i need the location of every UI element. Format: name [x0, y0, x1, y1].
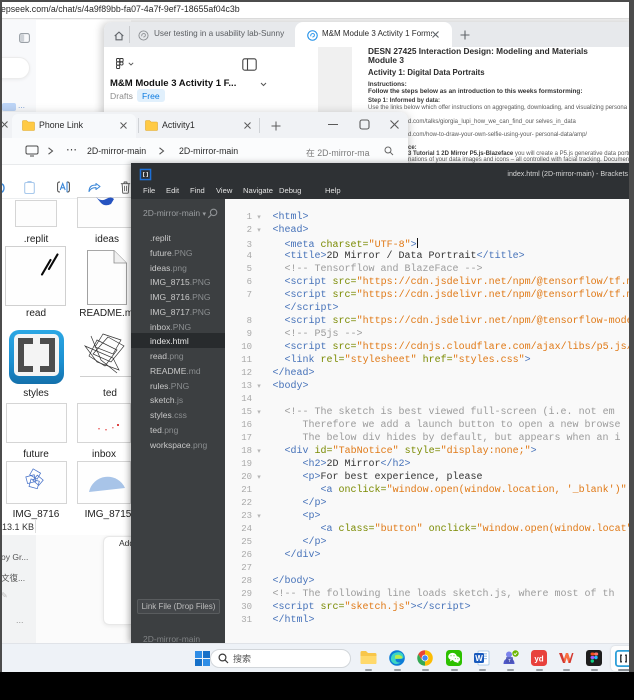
svg-text:W: W: [475, 654, 483, 663]
svg-text:T: T: [508, 658, 511, 663]
svg-text:yd: yd: [534, 655, 543, 664]
